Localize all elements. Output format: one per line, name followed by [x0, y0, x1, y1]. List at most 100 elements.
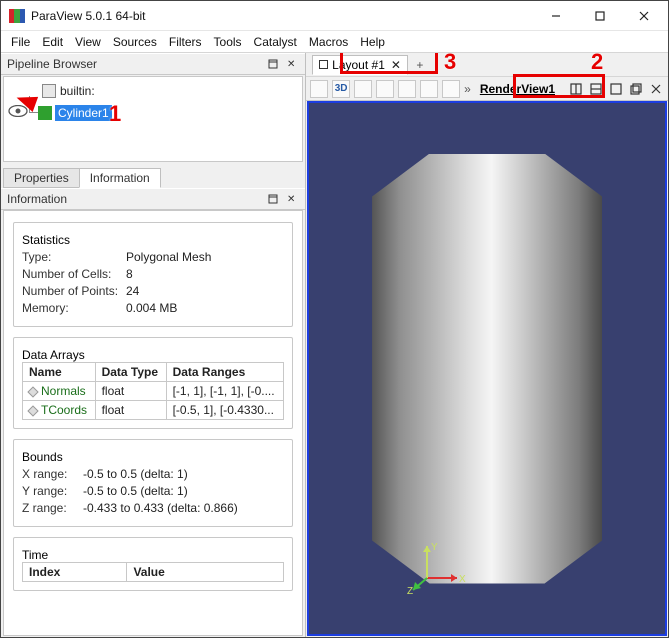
- information-label: Information: [7, 192, 67, 206]
- svg-text:Y: Y: [431, 542, 438, 553]
- source-item[interactable]: Cylinder1: [55, 105, 112, 121]
- stat-memory-key: Memory:: [22, 301, 120, 315]
- bounds-x-val: -0.5 to 0.5 (delta: 1): [83, 467, 188, 481]
- col-range: Data Ranges: [166, 363, 284, 382]
- bounds-group: Bounds X range: -0.5 to 0.5 (delta: 1) Y …: [13, 439, 293, 527]
- bounds-x-key: X range:: [22, 467, 77, 481]
- restore-view-icon[interactable]: [628, 81, 644, 97]
- toolbar-icon[interactable]: [310, 80, 328, 98]
- menu-catalyst[interactable]: Catalyst: [254, 31, 297, 53]
- render-view-label[interactable]: RenderView1: [475, 81, 560, 97]
- stat-type-key: Type:: [22, 250, 120, 264]
- layout-tab-label: Layout #1: [332, 58, 385, 72]
- server-icon: [42, 84, 56, 98]
- information-title: Information ✕: [1, 188, 305, 210]
- split-v-icon[interactable]: [588, 81, 604, 97]
- left-pane: Pipeline Browser ✕ builtin: Cylinder1: [1, 53, 306, 637]
- menu-view[interactable]: View: [75, 31, 101, 53]
- menu-sources[interactable]: Sources: [113, 31, 157, 53]
- array-range: [-0.5, 1], [-0.4330...: [166, 401, 284, 420]
- float-panel-icon[interactable]: [265, 56, 281, 72]
- stat-points-val: 24: [126, 284, 139, 298]
- time-legend: Time: [22, 548, 48, 562]
- menu-file[interactable]: File: [11, 31, 30, 53]
- array-name: TCoords: [41, 403, 87, 417]
- svg-text:Z: Z: [407, 586, 413, 597]
- array-name: Normals: [41, 384, 86, 398]
- menubar: File Edit View Sources Filters Tools Cat…: [1, 31, 668, 53]
- menu-filters[interactable]: Filters: [169, 31, 202, 53]
- minimize-button[interactable]: [534, 2, 578, 30]
- layout-icon: [319, 60, 328, 69]
- menu-edit[interactable]: Edit: [42, 31, 63, 53]
- stat-cells-key: Number of Cells:: [22, 267, 120, 281]
- col-type: Data Type: [95, 363, 166, 382]
- cylinder-geometry: [372, 154, 602, 584]
- visibility-eye-icon[interactable]: [8, 105, 28, 117]
- stat-points-key: Number of Points:: [22, 284, 120, 298]
- tab-properties[interactable]: Properties: [3, 168, 80, 188]
- close-view-icon[interactable]: [648, 81, 664, 97]
- app-icon: [9, 9, 25, 23]
- add-layout-button[interactable]: +: [412, 58, 428, 72]
- mode-3d-button[interactable]: 3D: [332, 80, 350, 98]
- menu-help[interactable]: Help: [360, 31, 385, 53]
- maximize-view-icon[interactable]: [608, 81, 624, 97]
- toolbar-icon[interactable]: [354, 80, 372, 98]
- toolbar-icon[interactable]: [398, 80, 416, 98]
- close-layout-icon[interactable]: ✕: [391, 58, 401, 72]
- toolbar-icon[interactable]: [442, 80, 460, 98]
- orientation-axes-icon: X Y Z: [407, 538, 467, 598]
- point-data-icon: [27, 405, 38, 416]
- array-type: float: [95, 401, 166, 420]
- app-window: ParaView 5.0.1 64-bit File Edit View Sou…: [0, 0, 669, 638]
- maximize-button[interactable]: [578, 2, 622, 30]
- statistics-group: Statistics Type: Polygonal Mesh Number of…: [13, 222, 293, 327]
- bounds-legend: Bounds: [22, 450, 63, 464]
- information-panel: Statistics Type: Polygonal Mesh Number of…: [3, 210, 303, 636]
- col-index: Index: [23, 563, 127, 582]
- stat-cells-val: 8: [126, 267, 133, 281]
- properties-tabs: Properties Information: [3, 166, 303, 188]
- col-name: Name: [23, 363, 96, 382]
- point-data-icon: [27, 386, 38, 397]
- view-toolbar: 3D » RenderView1: [306, 77, 668, 101]
- bounds-z-val: -0.433 to 0.433 (delta: 0.866): [83, 501, 238, 515]
- menu-tools[interactable]: Tools: [214, 31, 242, 53]
- pipeline-browser-title: Pipeline Browser ✕: [1, 53, 305, 75]
- table-row[interactable]: TCoords float[-0.5, 1], [-0.4330...: [23, 401, 284, 420]
- bounds-y-val: -0.5 to 0.5 (delta: 1): [83, 484, 188, 498]
- close-info-icon[interactable]: ✕: [283, 191, 299, 207]
- source-icon: [38, 106, 52, 120]
- col-value: Value: [127, 563, 284, 582]
- bounds-y-key: Y range:: [22, 484, 77, 498]
- statistics-legend: Statistics: [22, 233, 70, 247]
- stat-type-val: Polygonal Mesh: [126, 250, 211, 264]
- close-button[interactable]: [622, 2, 666, 30]
- data-arrays-group: Data Arrays NameData TypeData Ranges Nor…: [13, 337, 293, 429]
- pipeline-browser[interactable]: builtin: Cylinder1: [3, 76, 303, 162]
- layout-tab[interactable]: Layout #1 ✕: [312, 55, 408, 75]
- toolbar-icon[interactable]: [376, 80, 394, 98]
- render-view[interactable]: X Y Z: [307, 101, 667, 636]
- data-arrays-table: NameData TypeData Ranges Normals float[-1…: [22, 362, 284, 420]
- tab-information[interactable]: Information: [79, 168, 161, 188]
- svg-text:X: X: [459, 574, 466, 585]
- split-h-icon[interactable]: [568, 81, 584, 97]
- server-label[interactable]: builtin:: [60, 84, 95, 98]
- titlebar: ParaView 5.0.1 64-bit: [1, 1, 668, 31]
- float-info-icon[interactable]: [265, 191, 281, 207]
- layout-tabbar: Layout #1 ✕ +: [306, 53, 668, 77]
- array-range: [-1, 1], [-1, 1], [-0....: [166, 382, 284, 401]
- window-title: ParaView 5.0.1 64-bit: [31, 9, 534, 23]
- toolbar-icon[interactable]: [420, 80, 438, 98]
- table-row[interactable]: Normals float[-1, 1], [-1, 1], [-0....: [23, 382, 284, 401]
- array-type: float: [95, 382, 166, 401]
- time-group: Time IndexValue: [13, 537, 293, 591]
- close-panel-icon[interactable]: ✕: [283, 56, 299, 72]
- data-arrays-legend: Data Arrays: [22, 348, 85, 362]
- menu-macros[interactable]: Macros: [309, 31, 348, 53]
- pipeline-browser-label: Pipeline Browser: [7, 57, 97, 71]
- stat-memory-val: 0.004 MB: [126, 301, 177, 315]
- bounds-z-key: Z range:: [22, 501, 77, 515]
